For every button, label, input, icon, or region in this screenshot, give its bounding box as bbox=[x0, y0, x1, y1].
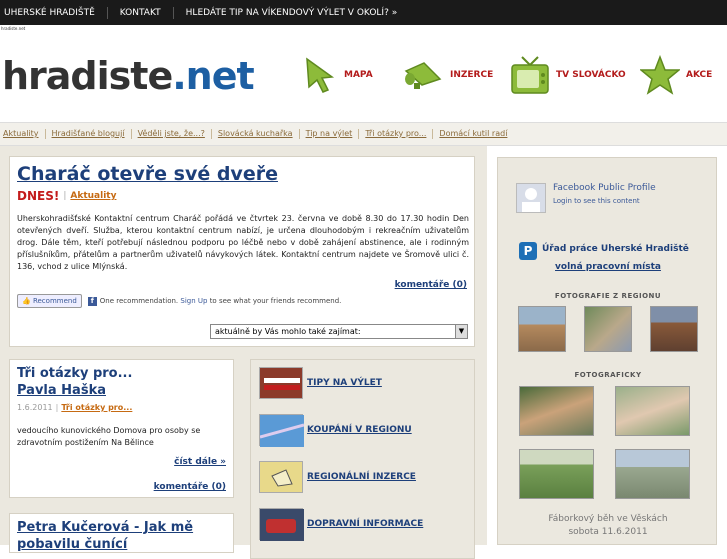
gallery-caption-1: Fáborkový běh ve Věskách bbox=[548, 514, 668, 524]
subnav-blogy[interactable]: Hradišťané blogují bbox=[46, 129, 132, 139]
nav-akce[interactable]: AKCE bbox=[640, 55, 712, 95]
interview-read-more[interactable]: číst dále » bbox=[174, 457, 226, 467]
quick-link-inzerce-label: REGIONÁLNÍ INZERCE bbox=[307, 472, 416, 482]
pool-icon bbox=[259, 414, 305, 447]
quick-link-tipy-label: TIPY NA VÝLET bbox=[307, 378, 382, 388]
star-icon bbox=[640, 55, 680, 95]
facebook-icon: f bbox=[87, 296, 97, 306]
fb-avatar-icon bbox=[516, 183, 546, 213]
quick-link-tipy[interactable]: TIPY NA VÝLET bbox=[259, 367, 382, 399]
meta-separator: | bbox=[55, 403, 59, 412]
subnav-vedeli-jste[interactable]: Věděli jste, že...? bbox=[132, 129, 212, 139]
subnav-kucharka[interactable]: Slovácká kuchařka bbox=[212, 129, 300, 139]
fb-recommend-text: One recommendation. bbox=[99, 297, 179, 305]
blog-card: Petra Kučerová - Jak mě pobavilu čunící bbox=[9, 513, 234, 553]
quick-link-inzerce[interactable]: REGIONÁLNÍ INZERCE bbox=[259, 461, 416, 493]
headline-meta: DNES! | Aktuality bbox=[17, 189, 116, 203]
headline-body: Uherskohradišťské Kontaktní centrum Char… bbox=[17, 214, 469, 271]
top-bar: UHERSKÉ HRADIŠTĚ KONTAKT HLEDÁTE TIP NA … bbox=[0, 0, 727, 25]
interview-comments[interactable]: komentáře (0) bbox=[154, 482, 226, 492]
right-sidebar: Facebook Public Profile Login to see thi… bbox=[497, 157, 717, 545]
headline-category[interactable]: Aktuality bbox=[70, 191, 116, 201]
interview-meta: 1.6.2011 | Tři otázky pro... bbox=[17, 403, 132, 412]
quick-link-doprava-label: DOPRAVNÍ INFORMACE bbox=[307, 519, 424, 529]
gallery-photo-4[interactable] bbox=[615, 449, 690, 499]
logo-dot: . bbox=[172, 54, 186, 98]
quick-link-koupani-label: KOUPÁNÍ V REGIONU bbox=[307, 425, 412, 435]
related-select-value: aktuálně by Vás mohlo také zajímat: bbox=[215, 327, 361, 336]
meta-separator: | bbox=[63, 191, 67, 201]
quick-link-doprava[interactable]: DOPRAVNÍ INFORMACE bbox=[259, 508, 424, 541]
subnav-tip-na-vylet[interactable]: Tip na výlet bbox=[300, 129, 360, 139]
car-icon bbox=[259, 508, 304, 541]
blog-title-line1[interactable]: Petra Kučerová - Jak mě bbox=[17, 520, 193, 535]
tiny-site-label: hradiste.net bbox=[1, 26, 26, 31]
photos-region-title: FOTOGRAFIE Z REGIONU bbox=[554, 292, 662, 300]
headline-card: Charáč otevře své dveře DNES! | Aktualit… bbox=[9, 156, 475, 347]
topbar-link-uherske-hradiste[interactable]: UHERSKÉ HRADIŠTĚ bbox=[0, 6, 108, 19]
topbar-link-kontakt[interactable]: KONTAKT bbox=[108, 6, 174, 19]
fb-rest-text: to see what your friends recommend. bbox=[209, 297, 342, 305]
topbar-link-vylet[interactable]: HLEDÁTE TIP NA VÍKENDOVÝ VÝLET V OKOLÍ? … bbox=[174, 7, 410, 19]
nav-inzerce-label: INZERCE bbox=[450, 70, 494, 80]
thumbs-up-icon: 👍 bbox=[22, 297, 31, 305]
headline-title[interactable]: Charáč otevře své dveře bbox=[17, 163, 278, 185]
subnav-tri-otazky[interactable]: Tři otázky pro... bbox=[359, 129, 434, 139]
fb-recommend-row: 👍 Recommend f One recommendation. Sign U… bbox=[17, 294, 341, 308]
nav-mapa[interactable]: MAPA bbox=[304, 57, 373, 93]
region-photo-1[interactable] bbox=[518, 306, 566, 352]
trip-sign-icon bbox=[259, 367, 303, 399]
today-badge: DNES! bbox=[17, 189, 60, 203]
subnav-kutil[interactable]: Domácí kutil radí bbox=[433, 129, 513, 139]
quick-link-koupani[interactable]: KOUPÁNÍ V REGIONU bbox=[259, 414, 412, 447]
interview-date: 1.6.2011 bbox=[17, 403, 53, 412]
site-logo[interactable]: hradiste.net bbox=[2, 54, 255, 98]
gallery-photo-2[interactable] bbox=[615, 386, 690, 436]
gallery-photo-3[interactable] bbox=[519, 449, 594, 499]
logo-tld: net bbox=[185, 54, 255, 98]
interview-body: vedoucího kunovického Domova pro osoby s… bbox=[17, 426, 201, 447]
sub-navigation: Aktuality Hradišťané blogují Věděli jste… bbox=[0, 122, 727, 146]
nav-inzerce[interactable]: INZERCE bbox=[402, 57, 493, 93]
tv-icon bbox=[511, 56, 549, 94]
volna-mista-link[interactable]: volná pracovní místa bbox=[498, 262, 718, 272]
fb-login-hint[interactable]: Login to see this content bbox=[553, 197, 640, 205]
nav-tv-slovacko[interactable]: TV SLOVÁCKO bbox=[510, 55, 626, 95]
cursor-arrow-icon bbox=[306, 57, 335, 93]
nav-tv-label: TV SLOVÁCKO bbox=[556, 70, 626, 80]
urad-prace-title[interactable]: Úřad práce Uherské Hradiště bbox=[542, 244, 689, 254]
subnav-aktuality[interactable]: Aktuality bbox=[0, 129, 46, 139]
fb-profile-title[interactable]: Facebook Public Profile bbox=[553, 183, 656, 193]
fb-recommend-button[interactable]: 👍 Recommend bbox=[17, 294, 82, 308]
nav-akce-label: AKCE bbox=[686, 70, 713, 80]
interview-category[interactable]: Tři otázky pro... bbox=[61, 403, 132, 412]
headline-comments[interactable]: komentáře (0) bbox=[395, 280, 467, 290]
megaphone-icon bbox=[404, 62, 442, 89]
gallery-photo-1[interactable] bbox=[519, 386, 594, 436]
fb-recommend-label: Recommend bbox=[32, 297, 77, 305]
interview-kicker: Tři otázky pro... bbox=[17, 366, 133, 381]
region-photo-3[interactable] bbox=[650, 306, 698, 352]
fb-signup-link[interactable]: Sign Up bbox=[180, 297, 207, 305]
quick-links-card: TIPY NA VÝLET KOUPÁNÍ V REGIONU REGIONÁL… bbox=[250, 359, 475, 559]
region-photo-2[interactable] bbox=[584, 306, 632, 352]
related-select[interactable]: aktuálně by Vás mohlo také zajímat: ▼ bbox=[210, 324, 468, 339]
urad-prace-icon: P bbox=[519, 242, 537, 260]
interview-card: Tři otázky pro... Pavla Haška 1.6.2011 |… bbox=[9, 359, 234, 498]
nav-mapa-label: MAPA bbox=[344, 70, 373, 80]
interview-name[interactable]: Pavla Haška bbox=[17, 383, 106, 398]
fotograficky-title: FOTOGRAFICKY bbox=[574, 371, 642, 379]
ads-megaphone-icon bbox=[259, 461, 303, 493]
chevron-down-icon: ▼ bbox=[455, 325, 467, 338]
logo-main: hradiste bbox=[2, 54, 173, 98]
gallery-caption-2: sobota 11.6.2011 bbox=[568, 527, 648, 537]
